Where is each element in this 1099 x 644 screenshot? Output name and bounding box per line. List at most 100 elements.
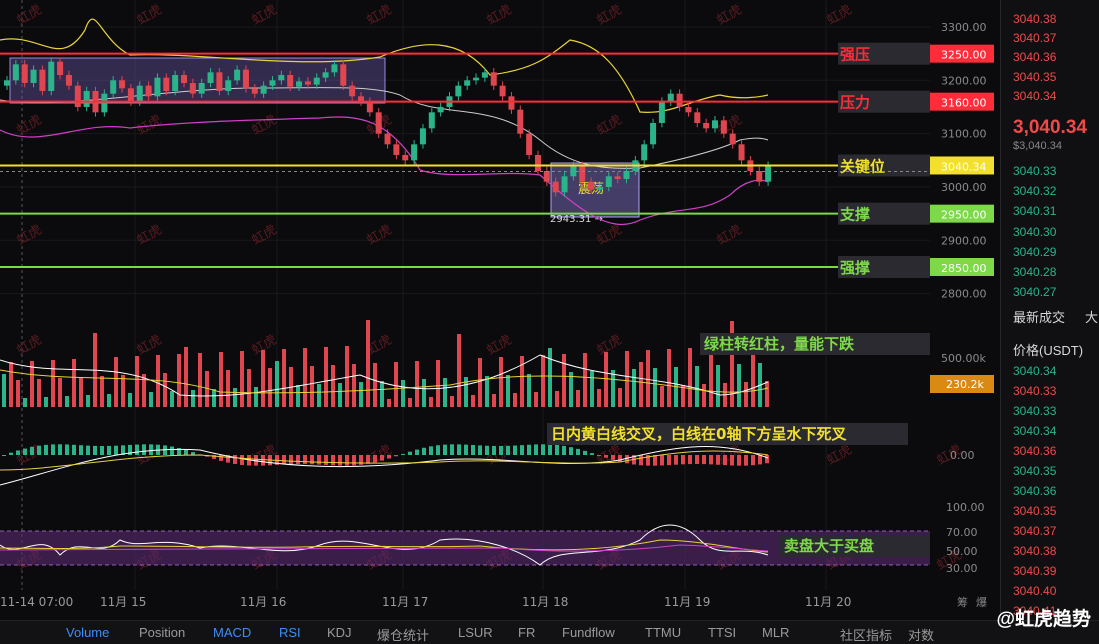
candle-body	[136, 85, 143, 102]
volume-bar	[51, 360, 55, 407]
macd-bar	[380, 455, 384, 461]
trade-price: 3040.36	[1013, 444, 1057, 458]
indicator-tab-kdj[interactable]: KDJ	[327, 625, 352, 640]
candle-body	[499, 85, 506, 97]
volume-bar	[254, 387, 258, 407]
volume-bar	[107, 394, 111, 407]
volume-bar	[170, 391, 174, 407]
macd-bar	[415, 449, 419, 455]
orderbook-panel: 3040.38 3040.37 3040.36 3040.35 3040.34 3,04…	[1000, 0, 1099, 620]
volume-bar	[331, 365, 335, 407]
indicator-tab-lsur[interactable]: LSUR	[458, 625, 493, 640]
candle-body	[473, 77, 480, 81]
price-header: 价格(USDT)	[1013, 343, 1084, 358]
volume-bar	[86, 395, 90, 407]
price-chart[interactable]: 虹虎 虹虎 虹虎 虹虎 虹虎 虹虎 虹虎 虹虎虹虎 虹虎 虹虎 虹虎 虹虎虹虎 虹虎 虹虎 虹虎 虹虎 虹虎虹虎…	[0, 0, 1000, 620]
indicator-tab-position[interactable]: Position	[139, 625, 185, 640]
candle-body	[21, 64, 28, 83]
volume-bar	[317, 384, 321, 407]
macd-bar	[625, 455, 629, 464]
volume-axis-label: 500.00k	[941, 352, 986, 365]
macd-bar	[541, 444, 545, 455]
candle-body	[676, 93, 683, 107]
orderbook-bid-price: 3040.32	[1013, 184, 1057, 199]
orderbook-bid-price: 3040.33	[1013, 164, 1057, 178]
candle-body	[296, 81, 303, 87]
indicator-tab-volume[interactable]: Volume	[66, 625, 109, 640]
volume-bar	[268, 368, 272, 407]
candle-body	[667, 93, 674, 102]
log-scale-button[interactable]: 对数	[908, 625, 934, 644]
volume-bar	[681, 385, 685, 407]
volume-bar	[408, 398, 412, 407]
volume-bar	[387, 399, 391, 407]
volume-bar	[37, 379, 41, 407]
macd-bar	[65, 444, 69, 455]
volume-bar	[72, 359, 76, 407]
indicator-tab-mlr[interactable]: MLR	[762, 625, 789, 640]
x-tick-label: 11月 18	[522, 595, 568, 609]
candle-body	[163, 77, 170, 91]
volume-bar	[541, 355, 545, 407]
volume-bar	[422, 379, 426, 407]
candle-body	[181, 74, 187, 83]
large-trades-tab[interactable]: 大	[1085, 307, 1098, 326]
indicator-tab-rsi[interactable]: RSI	[279, 625, 301, 640]
indicator-tab-爆仓统计[interactable]: 爆仓统计	[377, 625, 429, 644]
level-name: 关键位	[840, 157, 885, 175]
orderbook-bid-price: 3040.31	[1013, 204, 1057, 219]
candle-body	[331, 64, 338, 73]
macd-bar	[51, 444, 55, 455]
candle-body	[349, 85, 356, 97]
macd-bar	[30, 446, 34, 455]
indicator-tab-ttsi[interactable]: TTSI	[708, 625, 736, 640]
indicator-tab-fr[interactable]: FR	[518, 625, 535, 640]
level-name: 强撑	[840, 259, 870, 277]
candle-body	[481, 72, 488, 78]
community-indicators-button[interactable]: 社区指标	[840, 625, 892, 644]
indicator-tab-ttmu[interactable]: TTMU	[645, 625, 681, 640]
macd-bar	[107, 445, 111, 455]
orderbook-ask-price: 3040.37	[1013, 31, 1057, 46]
volume-bar	[471, 395, 475, 407]
volume-bar	[9, 362, 13, 407]
macd-zero: 0.00	[950, 449, 975, 462]
candle-body	[517, 109, 524, 134]
macd-bar	[576, 448, 580, 455]
volume-bar	[380, 381, 384, 407]
macd-bar	[520, 445, 524, 455]
candle-body	[720, 120, 727, 134]
indicator-tab-macd[interactable]: MACD	[213, 625, 251, 640]
macd-bar	[310, 455, 314, 465]
macd-bar	[289, 455, 293, 465]
volume-bar	[646, 350, 650, 407]
corner-label-1: 筹	[957, 597, 968, 609]
volume-bar	[373, 363, 377, 407]
indicator-tab-fundflow[interactable]: Fundflow	[562, 625, 615, 640]
volume-bar	[744, 382, 748, 407]
rsi-note: 卖盘大于买盘	[784, 537, 874, 555]
volume-bar	[79, 377, 83, 407]
macd-bar	[373, 455, 377, 463]
volume-bar	[324, 347, 328, 407]
candle-body	[65, 74, 72, 86]
corner-label-2: 爆	[976, 597, 987, 609]
volume-bar	[100, 376, 104, 407]
macd-bar	[513, 445, 517, 455]
last-price-usd: $3,040.34	[1013, 140, 1062, 152]
orderbook-bid-price: 3040.30	[1013, 224, 1057, 239]
candle-body	[411, 144, 418, 161]
macd-bar	[86, 445, 90, 455]
latest-trades-tab[interactable]: 最新成交	[1013, 307, 1065, 326]
candle-body	[455, 85, 462, 97]
macd-bar	[730, 455, 734, 466]
macd-bar	[331, 455, 335, 466]
x-tick-label: 11月 17	[382, 595, 428, 609]
candle-body	[419, 128, 426, 145]
macd-bar	[569, 447, 573, 455]
macd-bar	[737, 455, 741, 466]
y-tick-label: 2800.00	[941, 288, 987, 301]
volume-bar	[583, 353, 587, 407]
volume-bar	[534, 392, 538, 407]
rsi-axis-label: 30.00	[946, 562, 978, 575]
